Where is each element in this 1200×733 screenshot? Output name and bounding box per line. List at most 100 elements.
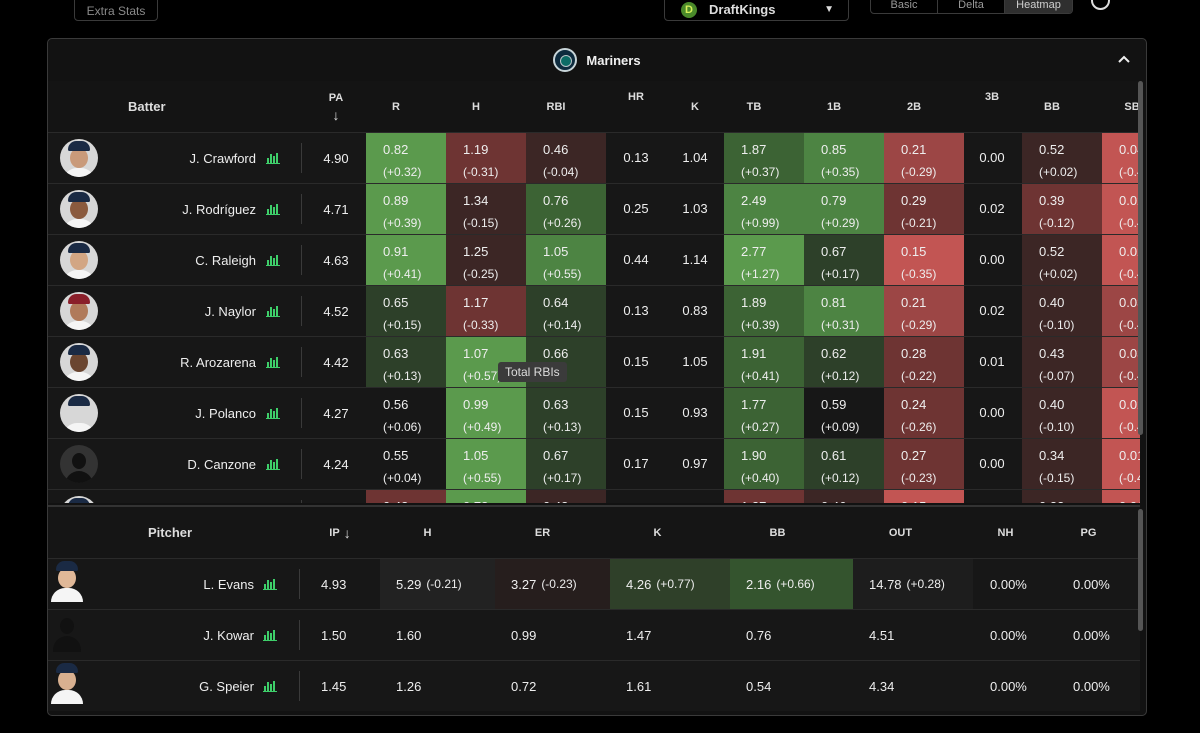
stat-value: 0.21	[901, 295, 927, 310]
player-name[interactable]: J. Polanco	[108, 388, 256, 438]
stat-h: 1.26	[380, 661, 495, 711]
stat-value: 1.05	[543, 244, 569, 259]
stat-delta: (+0.15)	[383, 318, 422, 332]
stats-chart-icon[interactable]	[263, 629, 277, 641]
column-divider	[301, 449, 302, 479]
stat-er: 0.72	[495, 661, 610, 711]
stats-chart-icon[interactable]	[263, 578, 277, 590]
column-header-r[interactable]: R	[366, 81, 426, 132]
player-name[interactable]: J. Crawford	[108, 133, 256, 183]
tab-delta[interactable]: Delta	[938, 0, 1005, 13]
stat-value: 1.60	[396, 627, 422, 643]
column-header-h[interactable]: H	[446, 81, 506, 132]
player-name[interactable]: L. Evans	[108, 559, 254, 609]
pitcher-row[interactable]: L. Evans 4.93 5.29 (-0.21) 3.27 (-0.23) 4.26 (+…	[48, 558, 1140, 609]
batter-scrollbar[interactable]	[1138, 81, 1143, 435]
info-icon[interactable]	[1091, 0, 1110, 10]
chevron-up-icon[interactable]	[1116, 51, 1132, 67]
stat-value: 0.40	[1039, 397, 1065, 412]
batter-row[interactable]: J. Polanco 4.27 0.56 (+0.06) 0.99 (+0.49) 0.63…	[48, 387, 1140, 438]
stat-value: 0.73	[463, 499, 488, 503]
column-header-bb[interactable]: BB	[730, 507, 825, 558]
stat-b3: 0.01	[979, 354, 1005, 369]
stat-delta: (-0.10)	[1039, 420, 1075, 434]
player-name[interactable]: C. Raleigh	[108, 235, 256, 285]
column-header-er[interactable]: ER	[495, 507, 590, 558]
column-header-ip[interactable]: IP ↓	[300, 507, 380, 558]
stat-r: 0.89 (+0.39)	[366, 184, 446, 234]
stat-value: 0.15	[901, 499, 926, 503]
column-header-3b[interactable]: 3B	[962, 81, 1022, 132]
player-name[interactable]	[108, 490, 256, 503]
stats-chart-icon[interactable]	[266, 203, 280, 215]
avatar-body	[65, 471, 93, 483]
batter-row[interactable]: D. Canzone 4.24 0.55 (+0.04) 1.05 (+0.55) 0.67…	[48, 438, 1140, 489]
extra-stats-button[interactable]: Extra Stats	[74, 0, 158, 21]
batter-row[interactable]: R. Arozarena 4.42 0.63 (+0.13) 1.07 (+0.57) 0.…	[48, 336, 1140, 387]
stats-chart-icon[interactable]	[266, 305, 280, 317]
tab-heatmap[interactable]: Heatmap	[1005, 0, 1072, 13]
stats-chart-icon[interactable]	[266, 356, 280, 368]
player-name[interactable]: J. Rodríguez	[108, 184, 256, 234]
column-header-1b[interactable]: 1B	[804, 81, 864, 132]
stat-delta: (-0.15)	[463, 216, 499, 230]
column-header-tb[interactable]: TB	[724, 81, 784, 132]
sportsbook-select[interactable]: D DraftKings ▼	[664, 0, 849, 21]
stat-r: 0.91 (+0.41)	[366, 235, 446, 285]
column-header-pg[interactable]: PG	[1056, 507, 1121, 558]
avatar-face	[70, 250, 88, 270]
column-header-nh[interactable]: NH	[973, 507, 1038, 558]
batter-row[interactable]: J. Naylor 4.52 0.65 (+0.15) 1.17 (-0.33) 0.64 (…	[48, 285, 1140, 336]
batter-row[interactable]: J. Rodríguez 4.71 0.89 (+0.39) 1.34 (-0.15) 0.…	[48, 183, 1140, 234]
column-header-2b[interactable]: 2B	[884, 81, 944, 132]
player-name[interactable]: J. Naylor	[108, 286, 256, 336]
stat-value: 0.34	[1039, 448, 1065, 463]
batter-row[interactable]: 0.43 0.73 0.43 1.27 0.46 0.15 0.33 0.015	[48, 489, 1140, 503]
player-name[interactable]: R. Arozarena	[108, 337, 256, 387]
stat-value: 14.78	[869, 576, 902, 592]
pitcher-row[interactable]: J. Kowar 1.50 1.60 0.99 1.47 0.76 4.51 0.00% 0.0…	[48, 609, 1140, 660]
stat-delta: (-0.12)	[1039, 216, 1075, 230]
stat-sb: 0.034 (-0.466)	[1102, 286, 1140, 336]
team-header[interactable]: Mariners	[48, 39, 1146, 81]
column-header-rbi[interactable]: RBI	[526, 81, 586, 132]
pitcher-row[interactable]: G. Speier 1.45 1.26 0.72 1.61 0.54 4.34 0.00% 0.…	[48, 660, 1140, 711]
stats-chart-icon[interactable]	[266, 458, 280, 470]
column-header-k[interactable]: K	[610, 507, 705, 558]
column-header-h[interactable]: H	[380, 507, 475, 558]
batter-row[interactable]: C. Raleigh 4.63 0.91 (+0.41) 1.25 (-0.25) 1.05…	[48, 234, 1140, 285]
column-divider	[299, 620, 300, 650]
stat-ip: 1.50	[321, 627, 347, 643]
stats-chart-icon[interactable]	[266, 152, 280, 164]
stat-value: 0.026	[1119, 244, 1140, 259]
column-divider	[301, 347, 302, 377]
stat-h: 0.73	[446, 490, 526, 503]
column-header-ip-label: IP	[329, 526, 340, 539]
column-header-k[interactable]: K	[666, 81, 724, 132]
column-header-bb[interactable]: BB	[1022, 81, 1082, 132]
avatar-head	[60, 618, 74, 634]
player-name[interactable]: J. Kowar	[108, 610, 254, 660]
column-header-sb[interactable]: SB	[1102, 81, 1140, 132]
stat-nh: 0.00%	[990, 678, 1027, 694]
stat-delta: (+0.29)	[821, 216, 860, 230]
column-header-out[interactable]: OUT	[853, 507, 948, 558]
column-header-pa[interactable]: PA ↓	[306, 81, 366, 132]
stats-chart-icon[interactable]	[266, 254, 280, 266]
player-name[interactable]: D. Canzone	[108, 439, 256, 489]
avatar-cap	[68, 294, 90, 304]
pitcher-scrollbar[interactable]	[1138, 509, 1143, 631]
player-name[interactable]: G. Speier	[108, 661, 254, 711]
batter-row[interactable]: J. Crawford 4.90 0.82 (+0.32) 1.19 (-0.31) 0.4…	[48, 132, 1140, 183]
stat-delta: (+0.02)	[1039, 165, 1078, 179]
stat-value: 0.027	[1119, 193, 1140, 208]
tab-basic[interactable]: Basic	[871, 0, 938, 13]
stats-chart-icon[interactable]	[266, 407, 280, 419]
column-header-hr[interactable]: HR	[606, 81, 666, 132]
stat-h: 1.34 (-0.15)	[446, 184, 526, 234]
stat-b3: 0.00	[979, 252, 1005, 267]
stats-chart-icon[interactable]	[263, 680, 277, 692]
stat-bb: 0.34 (-0.15)	[1022, 439, 1102, 489]
stat-tb: 2.77 (+1.27)	[724, 235, 804, 285]
stat-b1: 0.67 (+0.17)	[804, 235, 884, 285]
